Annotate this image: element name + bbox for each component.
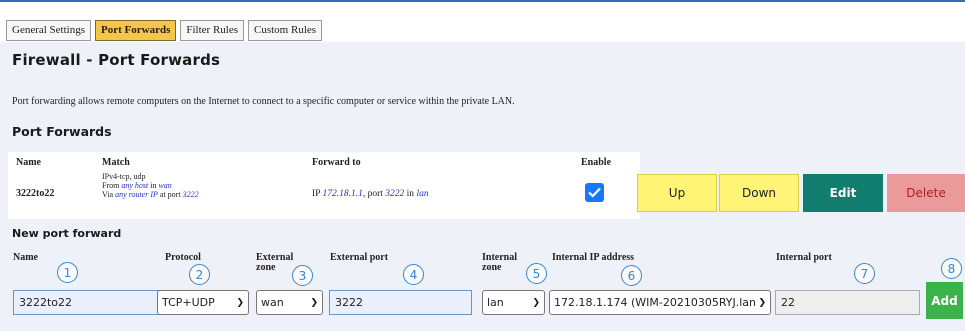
chevron-down-icon: ❯ xyxy=(532,297,540,308)
col-header-name: Name xyxy=(16,157,41,168)
delete-button[interactable]: Delete xyxy=(887,174,965,212)
label-internal-port: Internal port xyxy=(776,252,832,263)
tab-port-forwards[interactable]: Port Forwards xyxy=(95,20,177,41)
external-port-input[interactable]: 3222 xyxy=(329,290,472,315)
callout-1: 1 xyxy=(57,262,78,283)
top-border xyxy=(0,0,965,2)
tab-custom-rules[interactable]: Custom Rules xyxy=(248,20,323,41)
chevron-down-icon: ❯ xyxy=(758,297,766,308)
protocol-select[interactable]: TCP+UDP ❯ xyxy=(157,290,249,315)
new-forward-title: New port forward xyxy=(12,227,122,240)
enable-checkbox[interactable] xyxy=(585,183,604,202)
down-button[interactable]: Down xyxy=(719,174,799,212)
section-title: Port Forwards xyxy=(12,124,112,139)
label-internal-ip: Internal IP address xyxy=(552,252,635,263)
up-button[interactable]: Up xyxy=(637,174,717,212)
rule-name: 3222to22 xyxy=(16,188,55,199)
rule-match: IPv4-tcp, udp From any host in wan Via a… xyxy=(102,172,199,199)
match-protocol: IPv4-tcp, udp xyxy=(102,172,146,181)
internal-ip-select[interactable]: 172.18.1.174 (WIM-20210305RYJ.lan) ❯ xyxy=(549,290,771,315)
match-via: Via any router IP at port 3222 xyxy=(102,190,199,199)
callout-2: 2 xyxy=(189,264,210,285)
checkmark-icon xyxy=(588,187,601,198)
callout-5: 5 xyxy=(526,263,547,284)
match-from: From any host in wan xyxy=(102,181,172,190)
edit-button[interactable]: Edit xyxy=(803,174,883,212)
callout-6: 6 xyxy=(621,265,642,286)
chevron-down-icon: ❯ xyxy=(236,297,244,308)
callout-8: 8 xyxy=(941,258,962,279)
callout-3: 3 xyxy=(292,265,313,286)
label-internal-zone: Internal zone xyxy=(482,252,517,273)
tab-general-settings[interactable]: General Settings xyxy=(6,20,92,41)
label-protocol: Protocol xyxy=(165,252,201,263)
internal-port-input[interactable]: 22 xyxy=(775,290,920,315)
rule-forward-to: IP 172.18.1.1, port 3222 in lan xyxy=(312,189,429,199)
tab-bar: General Settings Port Forwards Filter Ru… xyxy=(6,20,323,41)
page-description: Port forwarding allows remote computers … xyxy=(12,96,515,107)
label-external-port: External port xyxy=(330,252,389,263)
callout-7: 7 xyxy=(854,263,875,284)
callout-4: 4 xyxy=(403,264,424,285)
col-header-enable: Enable xyxy=(581,157,612,168)
label-name: Name xyxy=(13,252,38,263)
chevron-down-icon: ❯ xyxy=(310,297,318,308)
col-header-forward-to: Forward to xyxy=(312,157,361,168)
col-header-match: Match xyxy=(102,157,130,168)
page-title: Firewall - Port Forwards xyxy=(12,51,221,69)
internal-zone-select[interactable]: lan ❯ xyxy=(482,290,545,315)
tab-filter-rules[interactable]: Filter Rules xyxy=(180,20,244,41)
external-zone-select[interactable]: wan ❯ xyxy=(256,290,323,315)
add-button[interactable]: Add xyxy=(926,282,963,319)
label-external-zone: External zone xyxy=(256,252,294,273)
name-input[interactable]: 3222to22 xyxy=(13,290,160,315)
